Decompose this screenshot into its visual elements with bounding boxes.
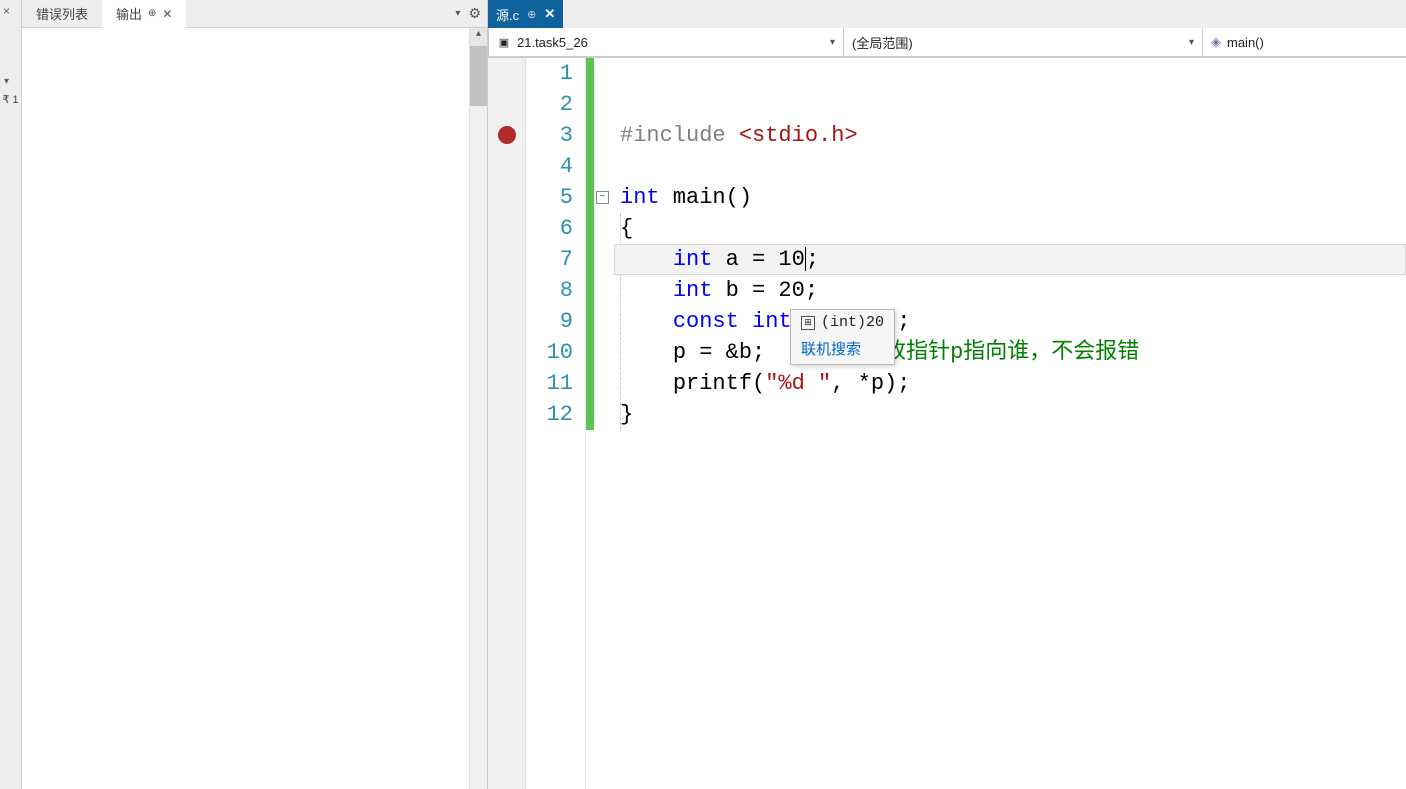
code-line[interactable]: p = &b; 改指针p指向谁，不会报错 <box>614 337 1406 368</box>
close-icon[interactable]: × <box>0 0 21 22</box>
code-line[interactable]: const int* p = &a; <box>614 306 1406 337</box>
code-line[interactable]: int b = 20; <box>614 275 1406 306</box>
code-line[interactable]: { <box>614 213 1406 244</box>
function-combo[interactable]: ◈ main() <box>1202 28 1406 57</box>
code-line[interactable]: printf("%d ", *p); <box>614 368 1406 399</box>
line-number: 1 <box>526 58 573 89</box>
line-number: 12 <box>526 399 573 430</box>
project-icon: ▣ <box>497 35 511 49</box>
code-editor[interactable]: 1 2 3 4 5 6 7 8 9 10 11 12 − <box>488 58 1406 789</box>
chevron-down-icon: ▾ <box>1189 37 1194 48</box>
combo-label: main() <box>1227 35 1264 50</box>
panel-tab-row: 错误列表 输出 ⊕ ✕ ▾ ⚙ <box>22 0 487 28</box>
chevron-down-icon[interactable]: ▾ <box>455 8 460 19</box>
nav-bar: ▣ 21.task5_26 ▾ (全局范围) ▾ ◈ main() <box>488 28 1406 58</box>
tab-label: 错误列表 <box>36 4 88 23</box>
tooltip-type-info: ⊞ (int)20 <box>791 310 894 335</box>
pin-icon[interactable]: ⊕ <box>148 8 156 19</box>
project-combo[interactable]: ▣ 21.task5_26 ▾ <box>488 28 844 57</box>
code-body[interactable]: #include <stdio.h> int main() { int a = … <box>614 58 1406 789</box>
line-number: 10 <box>526 337 573 368</box>
scrollbar-vertical[interactable]: ▴ <box>469 28 487 789</box>
tab-label: 源.c <box>496 5 519 24</box>
hover-tooltip: ⊞ (int)20 联机搜索 <box>790 309 895 365</box>
line-number: 7 <box>526 244 573 275</box>
output-body: ▴ <box>22 28 487 789</box>
output-panel: 错误列表 输出 ⊕ ✕ ▾ ⚙ ▴ <box>22 0 488 789</box>
tab-label: 输出 <box>116 4 142 23</box>
breakpoint-icon[interactable] <box>498 126 516 144</box>
line-number: 6 <box>526 213 573 244</box>
tab-output[interactable]: 输出 ⊕ ✕ <box>102 0 186 28</box>
line-number: 2 <box>526 89 573 120</box>
change-indicator <box>586 58 594 430</box>
tooltip-text: (int)20 <box>821 314 884 331</box>
tooltip-search-link[interactable]: 联机搜索 <box>791 335 894 364</box>
code-line[interactable]: int main() <box>614 182 1406 213</box>
gear-icon[interactable]: ⚙ <box>468 5 481 22</box>
fold-minus-icon[interactable]: − <box>596 191 609 204</box>
tab-error-list[interactable]: 错误列表 <box>22 0 102 28</box>
code-line[interactable] <box>614 89 1406 120</box>
editor-panel: 源.c ⊕ ✕ ▣ 21.task5_26 ▾ (全局范围) ▾ ◈ main(… <box>488 0 1406 789</box>
fold-gutter[interactable]: − <box>594 58 614 789</box>
side-badge: ₹ 1 <box>0 91 21 108</box>
close-icon[interactable]: ✕ <box>544 6 555 22</box>
code-line[interactable]: #include <stdio.h> <box>614 120 1406 151</box>
code-line-current[interactable]: int a = 10; <box>614 244 1406 275</box>
line-number: 8 <box>526 275 573 306</box>
side-strip: × ▾ ₹ 1 <box>0 0 22 789</box>
pin-icon[interactable]: ⊕ <box>527 8 536 21</box>
scroll-thumb[interactable] <box>470 46 487 106</box>
editor-tab-source-c[interactable]: 源.c ⊕ ✕ <box>488 0 563 28</box>
chevron-down-icon[interactable]: ▾ <box>0 72 21 91</box>
close-icon[interactable]: ✕ <box>162 7 172 21</box>
line-number: 5 <box>526 182 573 213</box>
code-line[interactable] <box>614 151 1406 182</box>
code-line[interactable] <box>614 58 1406 89</box>
code-line[interactable]: } <box>614 399 1406 430</box>
line-number: 4 <box>526 151 573 182</box>
line-number: 11 <box>526 368 573 399</box>
cube-icon: ◈ <box>1211 34 1221 50</box>
breakpoint-gutter[interactable] <box>488 58 526 789</box>
editor-tab-row: 源.c ⊕ ✕ <box>488 0 1406 28</box>
line-number: 3 <box>526 120 573 151</box>
expand-icon[interactable]: ⊞ <box>801 316 815 330</box>
line-number-gutter: 1 2 3 4 5 6 7 8 9 10 11 12 <box>526 58 586 789</box>
combo-label: (全局范围) <box>852 33 913 52</box>
chevron-down-icon: ▾ <box>830 37 835 48</box>
scope-combo[interactable]: (全局范围) ▾ <box>843 28 1203 57</box>
combo-label: 21.task5_26 <box>517 35 588 50</box>
scroll-up-icon[interactable]: ▴ <box>470 28 487 46</box>
line-number: 9 <box>526 306 573 337</box>
